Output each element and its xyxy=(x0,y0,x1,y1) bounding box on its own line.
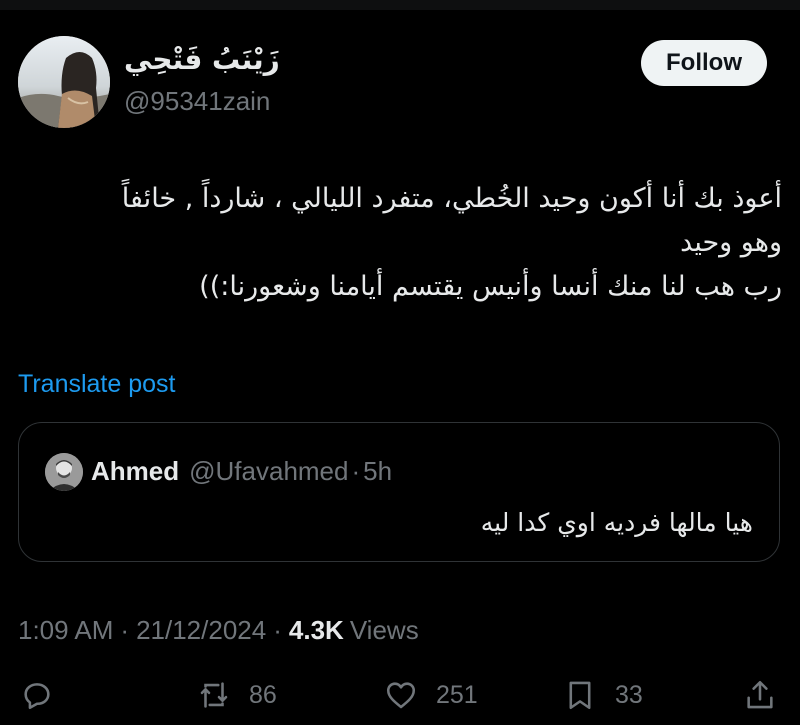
tweet-time[interactable]: 1:09 AM xyxy=(18,610,113,650)
author-handle[interactable]: @95341zain xyxy=(124,84,270,118)
top-strip xyxy=(0,0,800,10)
quoted-author-handle[interactable]: @Ufavahmed xyxy=(189,451,348,491)
tweet-meta: 1:09 AM · 21/12/2024 · 4.3K Views xyxy=(18,610,419,650)
quoted-tweet-time[interactable]: 5h xyxy=(363,451,392,491)
bookmark-count: 33 xyxy=(615,681,643,709)
tweet-text-line: وهو وحيد xyxy=(680,227,782,258)
heart-icon xyxy=(386,682,416,709)
tweet-text-line: رب هب لنا منك أنسا وأنيس يقتسم أيامنا وش… xyxy=(199,271,782,302)
retweet-icon xyxy=(200,682,228,708)
tweet-text-line: أعوذ بك أنا أكون وحيد الخُطي، متفرد اللي… xyxy=(121,183,782,214)
quoted-avatar-image xyxy=(45,453,83,491)
tweet-text: أعوذ بك أنا أكون وحيد الخُطي، متفرد اللي… xyxy=(22,177,782,309)
quoted-author-avatar[interactable] xyxy=(45,453,83,491)
like-button[interactable]: 251 xyxy=(384,676,478,714)
quoted-tweet-card[interactable]: Ahmed @Ufavahmed · 5h هيا مالها فرديه او… xyxy=(18,422,780,562)
author-avatar-image xyxy=(18,36,110,128)
translate-post-link[interactable]: Translate post xyxy=(18,366,175,402)
share-button[interactable] xyxy=(743,676,777,714)
views-label: Views xyxy=(349,615,419,645)
like-count: 251 xyxy=(436,681,478,709)
bookmark-button[interactable]: 33 xyxy=(563,676,643,714)
quoted-author-name[interactable]: Ahmed xyxy=(91,451,179,491)
author-display-name[interactable]: زَيْنَبُ فَتْحِي xyxy=(124,40,280,80)
reply-button[interactable] xyxy=(20,676,54,714)
share-icon xyxy=(747,680,773,709)
author-avatar[interactable] xyxy=(18,36,110,128)
tweet-date[interactable]: 21/12/2024 xyxy=(136,610,266,650)
retweet-button[interactable]: 86 xyxy=(197,676,277,714)
retweet-count: 86 xyxy=(249,681,277,709)
bookmark-icon xyxy=(569,681,591,710)
dot-separator: · xyxy=(351,456,361,486)
dot-separator: · xyxy=(273,615,282,645)
follow-button[interactable]: Follow xyxy=(641,40,767,86)
action-bar: 86 251 33 xyxy=(0,670,800,720)
dot-separator: · xyxy=(120,615,130,645)
quoted-tweet-header: Ahmed @Ufavahmed · 5h xyxy=(91,451,392,491)
quoted-tweet-text: هيا مالها فرديه اوي كدا ليه xyxy=(480,508,753,537)
views-count: 4.3K xyxy=(288,615,344,645)
reply-icon xyxy=(24,683,50,710)
